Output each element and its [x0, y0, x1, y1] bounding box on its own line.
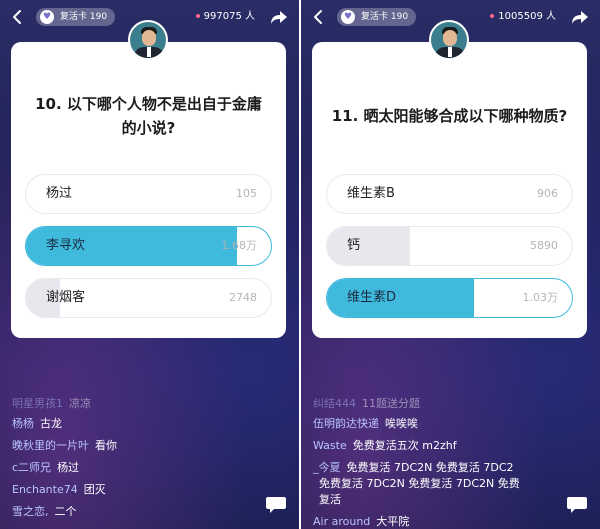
answer-option-3[interactable]: 维生素D 1.03万 [326, 278, 573, 318]
live-dot-icon [490, 14, 495, 18]
revive-card-label: 复活卡 190 [60, 12, 108, 22]
viewer-count-text: 1005509 人 [498, 11, 556, 22]
answer-label: 维生素D [347, 290, 397, 305]
viewer-count: 997075 人 [195, 10, 255, 24]
chat-text: 免费复活 7DC2N 免费复活 7DC2N 免费 [319, 477, 520, 490]
share-icon[interactable] [570, 8, 590, 26]
chat-text: 11题送分题 [362, 397, 420, 410]
chat-message: 纠结444 11题送分题 [313, 396, 420, 412]
comment-icon[interactable] [265, 493, 287, 515]
chat-message: 杨杨 古龙 [12, 416, 62, 432]
chat-message: _今夏 免费复活 7DC2N 免费复活 7DC2 [313, 460, 514, 476]
share-icon[interactable] [269, 8, 289, 26]
answer-option-1[interactable]: 杨过 105 [25, 174, 272, 214]
chat-user: 伍明韵达快递 [313, 417, 379, 430]
heart-icon: ♥ [341, 10, 355, 24]
chat-message: Enchante74 团灭 [12, 482, 106, 498]
answer-label: 李寻欢 [46, 238, 86, 253]
comment-icon[interactable] [566, 493, 588, 515]
chat-user: 明星男孩1 [12, 397, 63, 410]
chat-user: Waste [313, 439, 347, 452]
chat-message: 晚秋里的一片叶 看你 [12, 438, 117, 454]
chat-text: 杨过 [57, 461, 80, 474]
viewer-count: 1005509 人 [490, 10, 556, 24]
chat-text: 二个 [54, 505, 77, 518]
heart-icon: ♥ [40, 10, 54, 24]
back-icon[interactable] [309, 7, 329, 27]
chat-user: _今夏 [313, 461, 341, 474]
question-text: 11. 晒太阳能够合成以下哪种物质? [331, 107, 568, 125]
chat-text: 免费复活五次 m2zhf [352, 439, 457, 452]
question-text: 10. 以下哪个人物不是出自于金庸的小说? [35, 95, 262, 137]
chat-user: 雪之恋, [12, 505, 49, 518]
answer-count: 105 [236, 187, 257, 200]
chat-user: c二师兄 [12, 461, 52, 474]
answer-count: 1.03万 [522, 291, 559, 304]
answer-label: 杨过 [46, 186, 73, 201]
chat-message: c二师兄 杨过 [12, 460, 79, 476]
chat-user: 晚秋里的一片叶 [12, 439, 89, 452]
question-card: 11. 晒太阳能够合成以下哪种物质? 维生素B 906 钙 5890 维生素D … [312, 42, 587, 338]
chat-user: Air around [313, 515, 371, 528]
host-avatar [429, 20, 469, 60]
back-icon[interactable] [8, 7, 28, 27]
revive-card-badge[interactable]: ♥ 复活卡 190 [337, 8, 417, 26]
question-card: 10. 以下哪个人物不是出自于金庸的小说? 杨过 105 李寻欢 1.68万 谢… [11, 42, 286, 338]
answer-count: 5890 [530, 239, 558, 252]
chat-user: 杨杨 [12, 417, 34, 430]
chat-message: 免费复活 7DC2N 免费复活 7DC2N 免费 [313, 476, 520, 492]
chat-message: 复活 [313, 492, 341, 508]
answer-option-3[interactable]: 谢烟客 2748 [25, 278, 272, 318]
answer-fill-bar [327, 227, 411, 265]
chat-text: 大平院 [376, 515, 410, 528]
answer-count: 1.68万 [221, 239, 258, 252]
quiz-screen-right: ♥ 复活卡 190 1005509 人 11. 晒太阳能够合成以下哪种物质? 维… [301, 0, 600, 529]
answer-option-1[interactable]: 维生素B 906 [326, 174, 573, 214]
chat-text: 团灭 [83, 483, 106, 496]
chat-message: 明星男孩1 凉凉 [12, 396, 91, 412]
revive-card-badge[interactable]: ♥ 复活卡 190 [36, 8, 116, 26]
chat-message: 雪之恋, 二个 [12, 504, 77, 520]
host-avatar [128, 20, 168, 60]
chat-text: 复活 [319, 493, 341, 506]
chat-message: 伍明韵达快递 唉唉唉 [313, 416, 418, 432]
answer-count: 2748 [229, 291, 257, 304]
answer-option-2[interactable]: 李寻欢 1.68万 [25, 226, 272, 266]
answer-label: 维生素B [347, 186, 395, 201]
answer-label: 钙 [347, 238, 361, 253]
answer-label: 谢烟客 [46, 290, 86, 305]
chat-text: 唉唉唉 [385, 417, 418, 430]
revive-card-label: 复活卡 190 [361, 12, 409, 22]
chat-user: Enchante74 [12, 483, 78, 496]
answer-count: 906 [537, 187, 558, 200]
chat-message: Air around 大平院 [313, 514, 409, 529]
answer-option-2[interactable]: 钙 5890 [326, 226, 573, 266]
chat-text: 凉凉 [69, 397, 91, 410]
chat-text: 看你 [95, 439, 117, 452]
live-dot-icon [195, 14, 200, 18]
quiz-screen-left: ♥ 复活卡 190 997075 人 10. 以下哪个人物不是出自于金庸的小说?… [0, 0, 299, 529]
viewer-count-text: 997075 人 [203, 11, 255, 22]
chat-text: 免费复活 7DC2N 免费复活 7DC2 [346, 461, 514, 474]
chat-text: 古龙 [40, 417, 62, 430]
chat-message: Waste 免费复活五次 m2zhf [313, 438, 457, 454]
chat-user: 纠结444 [313, 397, 356, 410]
